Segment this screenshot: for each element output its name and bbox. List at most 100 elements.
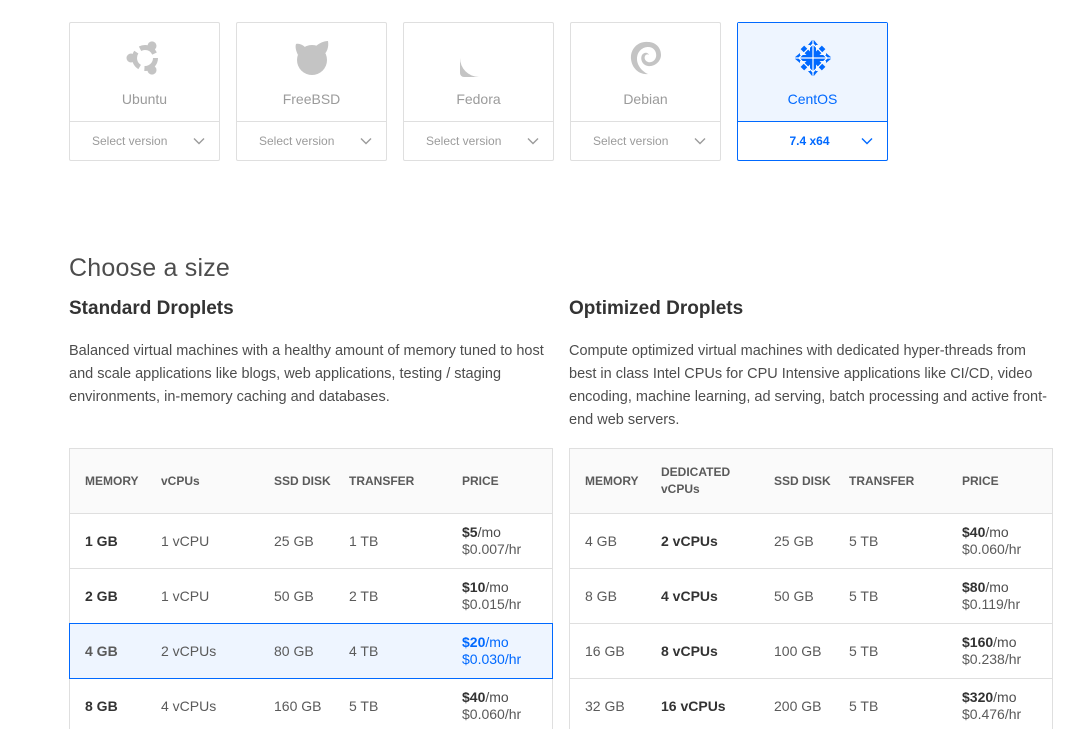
cell-transfer: 1 TB — [349, 533, 379, 549]
version-select[interactable]: Select version — [70, 122, 219, 160]
header-vcpus: vCPUs — [161, 474, 200, 488]
cell-transfer: 5 TB — [849, 533, 879, 549]
table-row-selected[interactable]: 4 GB 2 vCPUs 80 GB 4 TB $20/mo $0.030/hr — [69, 623, 553, 679]
cell-vcpus: 1 vCPU — [161, 588, 210, 604]
cell-vcpus: 4 vCPUs — [161, 698, 217, 714]
distro-card-top[interactable]: Fedora — [404, 23, 553, 122]
cell-transfer: 4 TB — [349, 643, 379, 659]
version-select[interactable]: Select version — [571, 122, 720, 160]
chevron-down-icon — [694, 135, 706, 147]
standard-droplets-title: Standard Droplets — [69, 298, 234, 319]
header-transfer: TRANSFER — [349, 474, 415, 488]
header-price: PRICE — [962, 474, 999, 488]
price-monthly: $40 — [962, 524, 986, 540]
version-select[interactable]: 7.4 x64 — [738, 122, 887, 160]
version-select-label: Select version — [426, 134, 502, 148]
price-monthly: $20 — [462, 634, 486, 650]
version-select-label: Select version — [593, 134, 669, 148]
cell-vcpus: 2 vCPUs — [161, 643, 217, 659]
table-row[interactable]: 1 GB 1 vCPU 25 GB 1 TB $5/mo $0.007/hr — [70, 514, 552, 569]
ubuntu-icon — [125, 38, 165, 78]
per-month-label: /mo — [485, 689, 509, 705]
distro-card-top[interactable]: FreeBSD — [237, 23, 386, 122]
cell-disk: 200 GB — [774, 698, 822, 714]
distro-card-top[interactable]: Debian — [571, 23, 720, 122]
price-monthly: $160 — [962, 634, 994, 650]
optimized-droplets-table: MEMORY DEDICATED vCPUs SSD DISK TRANSFER… — [569, 448, 1053, 729]
distro-card-freebsd[interactable]: FreeBSD Select version — [236, 22, 387, 161]
header-transfer: TRANSFER — [849, 474, 915, 488]
table-row[interactable]: 32 GB 16 vCPUs 200 GB 5 TB $320/mo $0.47… — [570, 679, 1052, 729]
standard-droplets-description: Balanced virtual machines with a healthy… — [69, 343, 544, 405]
optimized-droplets-description: Compute optimized virtual machines with … — [569, 343, 1047, 428]
distro-card-debian[interactable]: Debian Select version — [570, 22, 721, 161]
debian-icon — [626, 38, 666, 78]
price-hourly: $0.030/hr — [462, 651, 522, 667]
cell-disk: 25 GB — [274, 533, 314, 549]
table-row[interactable]: 4 GB 2 vCPUs 25 GB 5 TB $40/mo $0.060/hr — [570, 514, 1052, 569]
centos-icon — [793, 38, 833, 78]
price-hourly: $0.060/hr — [462, 706, 522, 722]
cell-vcpus: 16 vCPUs — [661, 698, 726, 714]
cell-price: $160/mo $0.238/hr — [962, 634, 1052, 668]
cell-transfer: 2 TB — [349, 588, 379, 604]
cell-vcpus: 8 vCPUs — [661, 643, 718, 659]
cell-price: $40/mo $0.060/hr — [462, 689, 552, 723]
price-monthly: $320 — [962, 689, 994, 705]
distro-card-top[interactable]: Ubuntu — [70, 23, 219, 122]
price-monthly: $10 — [462, 579, 486, 595]
cell-price: $320/mo $0.476/hr — [962, 689, 1052, 723]
cell-transfer: 5 TB — [349, 698, 379, 714]
cell-vcpus: 4 vCPUs — [661, 588, 718, 604]
distro-card-top[interactable]: CentOS — [738, 23, 887, 122]
cell-memory: 8 GB — [85, 698, 118, 714]
table-header: MEMORY DEDICATED vCPUs SSD DISK TRANSFER… — [570, 449, 1052, 514]
price-hourly: $0.060/hr — [962, 541, 1022, 557]
cell-price: $10/mo $0.015/hr — [462, 579, 552, 613]
cell-memory: 8 GB — [585, 588, 617, 604]
cell-price: $5/mo $0.007/hr — [462, 524, 552, 558]
distribution-picker: Ubuntu Select version FreeBSD Select ver… — [69, 22, 888, 161]
per-month-label: /mo — [477, 524, 501, 540]
price-monthly: $40 — [462, 689, 486, 705]
distro-card-centos[interactable]: CentOS 7.4 x64 — [737, 22, 888, 161]
cell-disk: 160 GB — [274, 698, 322, 714]
cell-vcpus: 1 vCPU — [161, 533, 210, 549]
fedora-icon — [459, 38, 499, 78]
price-hourly: $0.238/hr — [962, 651, 1022, 667]
table-row[interactable]: 8 GB 4 vCPUs 50 GB 5 TB $80/mo $0.119/hr — [570, 569, 1052, 624]
price-hourly: $0.007/hr — [462, 541, 522, 557]
distro-card-fedora[interactable]: Fedora Select version — [403, 22, 554, 161]
per-month-label: /mo — [485, 634, 509, 650]
cell-memory: 4 GB — [85, 643, 118, 659]
optimized-droplets-title: Optimized Droplets — [569, 298, 744, 319]
price-monthly: $5 — [462, 524, 478, 540]
freebsd-icon — [292, 38, 332, 78]
table-row[interactable]: 16 GB 8 vCPUs 100 GB 5 TB $160/mo $0.238… — [570, 624, 1052, 679]
cell-transfer: 5 TB — [849, 588, 879, 604]
distro-name: Debian — [623, 91, 668, 107]
cell-disk: 100 GB — [774, 643, 822, 659]
version-select[interactable]: Select version — [237, 122, 386, 160]
price-hourly: $0.119/hr — [962, 596, 1021, 612]
version-select-label: Select version — [259, 134, 335, 148]
cell-price: $20/mo $0.030/hr — [462, 634, 552, 668]
cell-transfer: 5 TB — [849, 698, 879, 714]
table-row[interactable]: 8 GB 4 vCPUs 160 GB 5 TB $40/mo $0.060/h… — [70, 679, 552, 729]
table-row[interactable]: 2 GB 1 vCPU 50 GB 2 TB $10/mo $0.015/hr — [70, 569, 552, 624]
header-dedicated-vcpus: DEDICATED vCPUs — [661, 465, 731, 496]
cell-memory: 2 GB — [85, 588, 118, 604]
header-memory: MEMORY — [585, 474, 639, 488]
chevron-down-icon — [861, 135, 873, 147]
price-monthly: $80 — [962, 579, 986, 595]
cell-transfer: 5 TB — [849, 643, 879, 659]
distro-card-ubuntu[interactable]: Ubuntu Select version — [69, 22, 220, 161]
section-title: Choose a size — [69, 254, 231, 282]
standard-droplets-intro: Standard Droplets Balanced virtual machi… — [69, 298, 553, 409]
cell-memory: 32 GB — [585, 698, 625, 714]
chevron-down-icon — [360, 135, 372, 147]
cell-memory: 16 GB — [585, 643, 625, 659]
version-select[interactable]: Select version — [404, 122, 553, 160]
header-price: PRICE — [462, 474, 499, 488]
cell-disk: 50 GB — [274, 588, 314, 604]
